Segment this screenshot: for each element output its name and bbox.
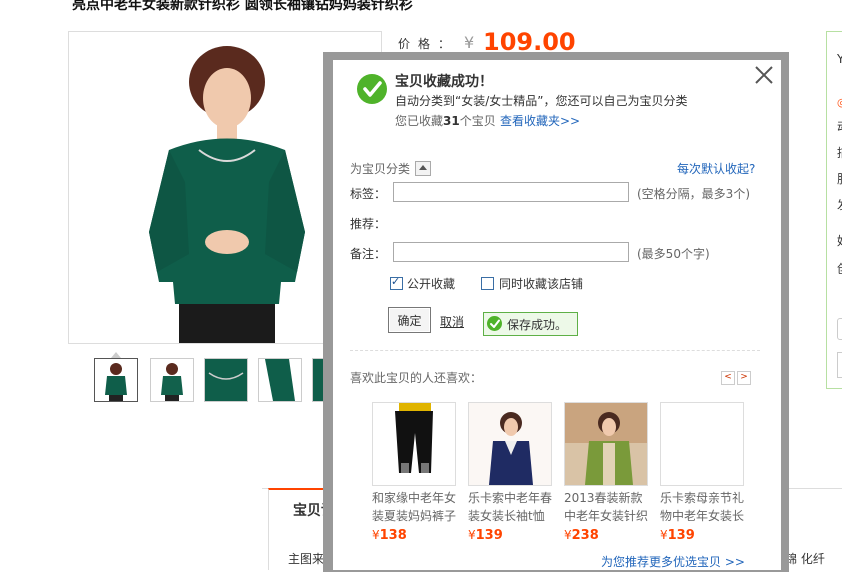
recommend-item[interactable]: 乐卡索中老年春装女装长袖t恤 ¥139 [468,402,554,543]
note-label: 备注： [350,247,387,261]
product-title: 亮点中老年女装新款针织衫 圆领长袖镶钻妈妈装针织衫 [72,0,413,13]
thumbnail-3[interactable] [204,358,248,402]
price-currency: ¥ [464,33,475,52]
side-item: 动 [837,118,842,135]
recommend-item-title[interactable]: 2013春装新款中老年女装针织衫 [564,489,650,525]
side-item: 好 [837,232,842,249]
recommend-item-title[interactable]: 乐卡索中老年春装女装长袖t恤 [468,489,554,525]
close-icon[interactable] [753,64,775,86]
public-collect-label: 公开收藏 [407,277,456,291]
collected-count-text: 您已收藏31个宝贝 [395,114,496,128]
success-check-icon [357,74,387,104]
recommend-item-price: ¥238 [564,528,599,543]
recommend-item[interactable]: 和家缘中老年女装夏装妈妈裤子 ¥138 [372,402,458,543]
thumbnail-1[interactable] [94,358,138,402]
collect-store-label: 同时收藏该店铺 [499,277,584,291]
price-label: 价格： [398,37,459,51]
classify-label: 为宝贝分类 [350,162,411,176]
side-item: Y [837,52,842,66]
side-item: 服 [837,170,842,187]
tag-label: 标签： [350,187,387,201]
thumbnail-2[interactable] [150,358,194,402]
divider [350,350,760,351]
collect-store-checkbox[interactable] [481,277,494,290]
success-title: 宝贝收藏成功！ [395,74,493,90]
note-hint: (最多50个字) [637,247,710,261]
tag-hint: (空格分隔，最多3个) [637,187,750,201]
cancel-link[interactable]: 取消 [440,313,464,330]
collapse-toggle-icon[interactable] [415,161,431,176]
recommend-item-image[interactable] [660,402,744,486]
recommend-item-image[interactable] [372,402,456,486]
recommend-item-image[interactable] [468,402,552,486]
public-collect-checkbox[interactable] [390,275,403,290]
success-check-icon [487,316,502,331]
tag-input[interactable] [393,182,629,202]
view-favorites-link[interactable]: 查看收藏夹>> [500,112,580,129]
side-item: 描 [837,144,842,161]
side-item: ◎ [837,96,842,109]
recommend-item-title[interactable]: 和家缘中老年女装夏装妈妈裤子 [372,489,458,525]
recommend-item-price: ¥138 [372,528,407,543]
recommend-item-title[interactable]: 乐卡索母亲节礼物中老年女装长 [660,489,746,525]
auto-category-text: 自动分类到“女装/女士精品”，您还可以自己为宝贝分类 [395,94,688,108]
confirm-button[interactable]: 确定 [388,307,431,333]
side-panel: Y ◎ 动 描 服 发 好 创 [826,31,842,389]
side-item: 创 [837,260,842,277]
save-success-text: 保存成功。 [507,318,568,332]
note-input[interactable] [393,242,629,262]
side-button[interactable] [837,318,842,340]
collected-count: 31 [443,114,460,128]
recommend-label: 推荐： [350,217,387,231]
recommend-item-price: ¥139 [468,528,503,543]
detail-text-right: 锦 化纤 [785,552,825,566]
more-recommendations-link[interactable]: 为您推荐更多优选宝贝 >> [601,553,745,570]
prev-page-button[interactable]: < [721,371,735,385]
recommend-item[interactable]: 乐卡索母亲节礼物中老年女装长 ¥139 [660,402,746,543]
recommend-item-image[interactable] [564,402,648,486]
default-collapse-link[interactable]: 每次默认收起? [677,160,755,177]
recommend-item-price: ¥139 [660,528,695,543]
save-success-notice: 保存成功。 [483,312,578,336]
side-item: 发 [837,196,842,213]
next-page-button[interactable]: > [737,371,751,385]
also-like-label: 喜欢此宝贝的人还喜欢： [350,371,483,385]
side-box [837,352,842,378]
thumbnail-4[interactable] [258,358,302,402]
recommend-item[interactable]: 2013春装新款中老年女装针织衫 ¥238 [564,402,650,543]
